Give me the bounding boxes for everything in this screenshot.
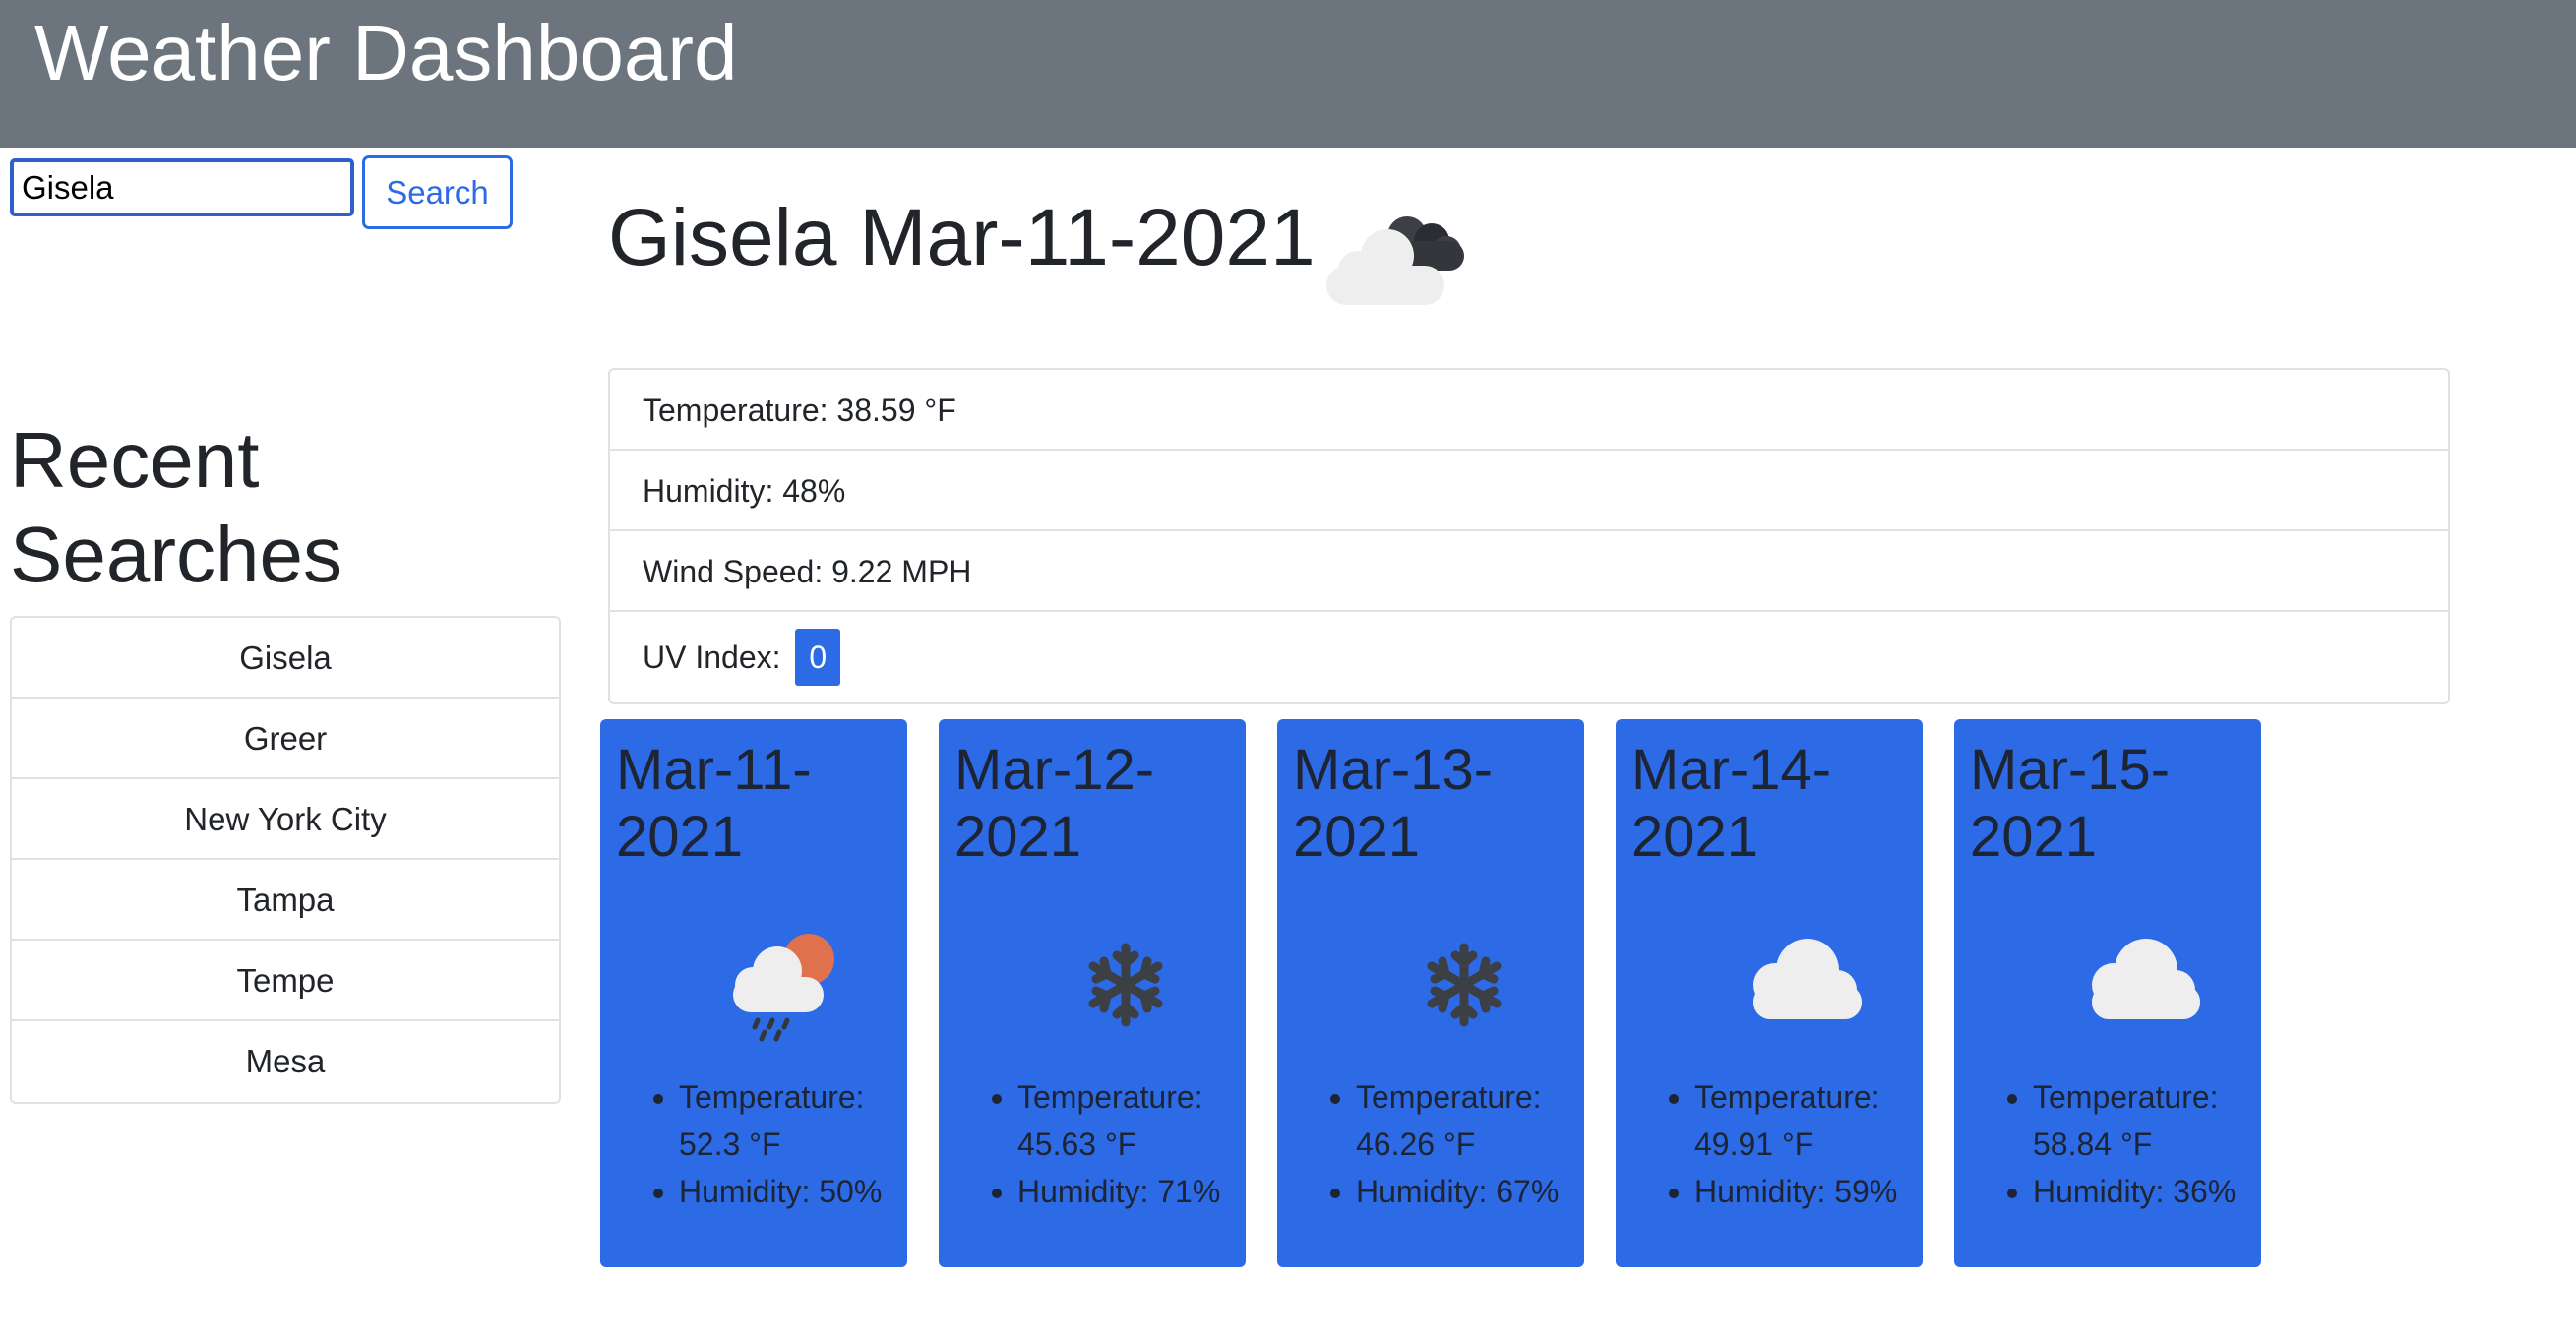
forecast-date: Mar-15-2021 [1970,738,2171,869]
uv-index-row: UV Index: 0 [610,612,2448,702]
forecast-date: Mar-14-2021 [1631,738,1832,869]
recent-search-item[interactable]: Mesa [12,1021,559,1102]
sun-rain-icon [733,934,834,1042]
search-button[interactable]: Search [362,155,513,229]
forecast-date: Mar-11-2021 [616,738,812,869]
forecast-card: Mar-15-2021 Temperature: 58.84 °F Humidi… [1954,719,2261,1267]
recent-searches-list: Gisela Greer New York City Tampa Tempe M… [10,616,561,1104]
forecast-date: Mar-13-2021 [1293,738,1494,869]
forecast-humidity: Humidity: 36% [2033,1168,2249,1215]
recent-search-item[interactable]: Tempe [12,941,559,1021]
forecast-card: Mar-12-2021 Temperature: 45.63 °F Humidi… [939,719,1246,1267]
uv-index-label: UV Index: [643,640,781,675]
forecast-temperature: Temperature: 52.3 °F [679,1073,895,1168]
forecast-temperature: Temperature: 45.63 °F [1017,1073,1234,1168]
snowflake-icon [1427,943,1502,1027]
cloud-icon [1753,939,1862,1019]
cloud-icon [2092,939,2200,1019]
recent-search-item[interactable]: Greer [12,699,559,779]
forecast-details: Temperature: 49.91 °F Humidity: 59% [1616,1073,1911,1215]
snowflake-icon [1088,943,1163,1027]
forecast-temperature: Temperature: 46.26 °F [1356,1073,1572,1168]
forecast-details: Temperature: 52.3 °F Humidity: 50% [600,1073,895,1215]
app-header: Weather Dashboard [0,0,2576,148]
forecast-humidity: Humidity: 59% [1694,1168,1911,1215]
forecast-humidity: Humidity: 71% [1017,1168,1234,1215]
current-conditions: Temperature: 38.59 °F Humidity: 48% Wind… [608,368,2450,704]
humidity-row: Humidity: 48% [610,451,2448,531]
forecast-details: Temperature: 46.26 °F Humidity: 67% [1277,1073,1572,1215]
forecast-humidity: Humidity: 67% [1356,1168,1572,1215]
search-input[interactable] [10,158,354,216]
uv-index-badge: 0 [795,628,841,686]
wind-speed-row: Wind Speed: 9.22 MPH [610,531,2448,612]
forecast-card: Mar-11-2021 Temperature: 52.3 °F Humidit… [600,719,907,1267]
forecast-temperature: Temperature: 49.91 °F [1694,1073,1911,1168]
recent-searches-title: Recent Searches [10,416,342,598]
temperature-row: Temperature: 38.59 °F [610,370,2448,451]
current-city-heading: Gisela Mar-11-2021 [608,193,1316,282]
forecast-temperature: Temperature: 58.84 °F [2033,1073,2249,1168]
forecast-humidity: Humidity: 50% [679,1168,895,1215]
cloudy-icon [1326,216,1464,305]
recent-search-item[interactable]: Tampa [12,860,559,941]
app-title: Weather Dashboard [34,9,738,96]
recent-search-item[interactable]: Gisela [12,618,559,699]
recent-search-item[interactable]: New York City [12,779,559,860]
forecast-card: Mar-13-2021 Temperature: 46.26 °F Humidi… [1277,719,1584,1267]
forecast-details: Temperature: 45.63 °F Humidity: 71% [939,1073,1234,1215]
forecast-details: Temperature: 58.84 °F Humidity: 36% [1954,1073,2249,1215]
forecast-date: Mar-12-2021 [954,738,1155,869]
forecast-card: Mar-14-2021 Temperature: 49.91 °F Humidi… [1616,719,1923,1267]
